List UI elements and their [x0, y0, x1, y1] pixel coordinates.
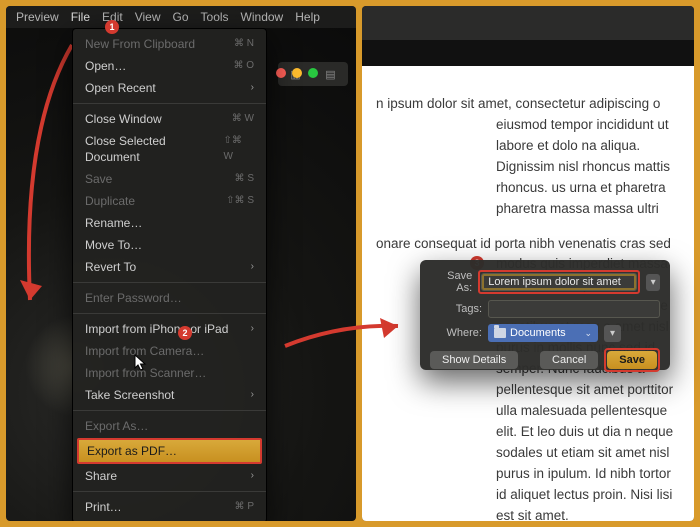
- minimize-window-dot[interactable]: [292, 68, 302, 78]
- menu-separator: [73, 313, 266, 314]
- menu-separator: [73, 410, 266, 411]
- menu-take-screenshot[interactable]: Take Screenshot›: [73, 384, 266, 406]
- annotation-badge-1: 1: [105, 20, 119, 34]
- zoom-window-dot[interactable]: [308, 68, 318, 78]
- disclosure-button[interactable]: ▾: [646, 274, 660, 291]
- chevron-right-icon: ›: [251, 259, 254, 275]
- chevron-right-icon: ›: [251, 80, 254, 96]
- menu-close-window[interactable]: Close Window⌘ W: [73, 108, 266, 130]
- menu-separator: [73, 491, 266, 492]
- menubar: Preview File Edit View Go Tools Window H…: [6, 6, 356, 28]
- menu-save: Save⌘ S: [73, 168, 266, 190]
- cancel-button[interactable]: Cancel: [540, 351, 598, 369]
- menu-duplicate: Duplicate⇧⌘ S: [73, 190, 266, 212]
- chevron-right-icon: ›: [251, 387, 254, 403]
- save-as-input[interactable]: [481, 273, 637, 291]
- menubar-item-window[interactable]: Window: [241, 10, 284, 24]
- menu-open[interactable]: Open…⌘ O: [73, 55, 266, 77]
- save-as-label: Save As:: [430, 270, 472, 294]
- menubar-item-tools[interactable]: Tools: [201, 10, 229, 24]
- menu-revert-to[interactable]: Revert To›: [73, 256, 266, 278]
- chevron-up-down-icon: ⌄: [584, 328, 592, 339]
- menubar-item-go[interactable]: Go: [173, 10, 189, 24]
- where-select[interactable]: Documents ⌄: [488, 324, 598, 342]
- menu-share[interactable]: Share›: [73, 465, 266, 487]
- close-window-dot[interactable]: [276, 68, 286, 78]
- menu-import-camera: Import from Camera…: [73, 340, 266, 362]
- menu-import-iphone[interactable]: Import from iPhone or iPad›: [73, 318, 266, 340]
- window-titlebar: [362, 6, 694, 40]
- menu-new-from-clipboard: New From Clipboard⌘ N: [73, 33, 266, 55]
- thumbnails-icon[interactable]: ▤: [325, 68, 335, 81]
- menu-enter-password: Enter Password…: [73, 287, 266, 309]
- menubar-item-view[interactable]: View: [135, 10, 161, 24]
- menu-export-pdf[interactable]: Export as PDF…: [79, 440, 260, 462]
- annotation-step3-box: [478, 270, 640, 294]
- menu-close-selected[interactable]: Close Selected Document⇧⌘ W: [73, 130, 266, 168]
- menu-print[interactable]: Print…⌘ P: [73, 496, 266, 518]
- file-menu-dropdown: New From Clipboard⌘ N Open…⌘ O Open Rece…: [72, 28, 267, 521]
- chevron-right-icon: ›: [251, 468, 254, 484]
- tags-label: Tags:: [430, 303, 482, 315]
- show-details-button[interactable]: Show Details: [430, 351, 518, 369]
- save-button[interactable]: Save: [607, 351, 657, 369]
- save-sheet: Save As: ▾ Tags: Where: Documents ⌄ ▾ Sh…: [420, 260, 670, 370]
- menu-import-scanner: Import from Scanner…: [73, 362, 266, 384]
- left-screenshot: Preview File Edit View Go Tools Window H…: [6, 6, 356, 521]
- cursor-icon: [134, 354, 148, 372]
- menu-export-as: Export As…: [73, 415, 266, 437]
- menubar-item-file[interactable]: File: [71, 10, 90, 24]
- tags-input[interactable]: [488, 300, 660, 318]
- annotation-step2-box: Export as PDF…: [77, 438, 262, 464]
- menu-separator: [73, 103, 266, 104]
- menu-open-recent[interactable]: Open Recent›: [73, 77, 266, 99]
- where-disclosure-button[interactable]: ▾: [604, 325, 621, 342]
- annotation-badge-2: 2: [178, 326, 192, 340]
- where-value: Documents: [510, 327, 566, 339]
- annotation-step4-box: Save: [604, 348, 660, 372]
- where-label: Where:: [430, 327, 482, 339]
- menubar-item-preview[interactable]: Preview: [16, 10, 59, 24]
- menu-separator: [73, 282, 266, 283]
- menubar-item-help[interactable]: Help: [295, 10, 320, 24]
- menu-rename[interactable]: Rename…: [73, 212, 266, 234]
- chevron-right-icon: ›: [251, 321, 254, 337]
- document-paragraph: n ipsum dolor sit amet, consectetur adip…: [376, 94, 680, 220]
- folder-icon: [494, 328, 506, 338]
- menu-move-to[interactable]: Move To…: [73, 234, 266, 256]
- window-traffic-lights: [276, 68, 318, 78]
